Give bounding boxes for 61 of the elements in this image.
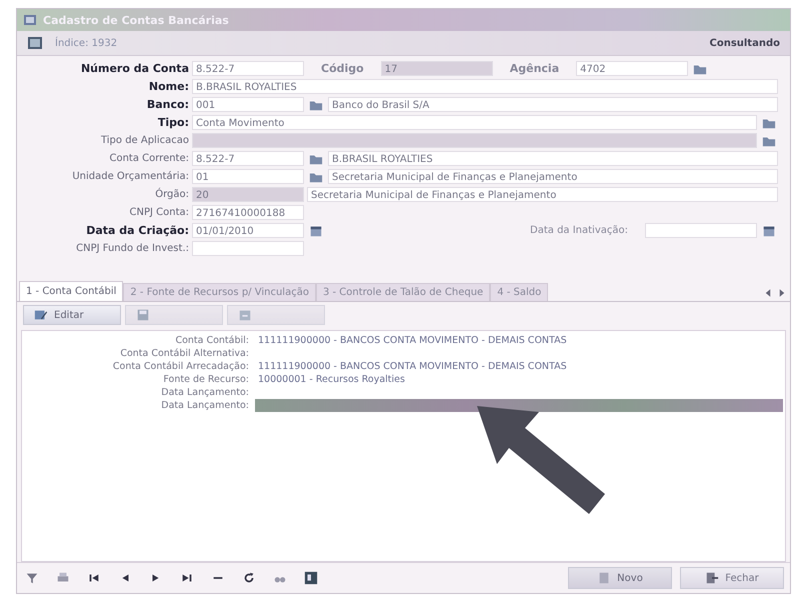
- calendar-icon: [309, 224, 323, 238]
- input-field[interactable]: 20: [192, 187, 304, 202]
- new-icon: [597, 571, 612, 585]
- field-label: Conta Contábil Alternativa:: [119, 348, 250, 359]
- field-label: Número da Conta: [80, 62, 190, 75]
- record-icon: [27, 36, 43, 50]
- field-value: 111111900000 - BANCOS CONTA MOVIMENTO - DEMAIS CONTAS: [257, 360, 568, 372]
- index-label: Índice: 1932: [55, 38, 118, 48]
- input-field[interactable]: 8.522-7: [192, 151, 304, 166]
- field-label: Data da Criação:: [85, 224, 190, 237]
- input-field[interactable]: 01/01/2010: [192, 223, 304, 238]
- input-field[interactable]: 001: [192, 97, 304, 112]
- input-field[interactable]: [192, 133, 757, 148]
- input-field[interactable]: 4702: [576, 61, 688, 76]
- input-field[interactable]: B.BRASIL ROYALTIES: [192, 79, 778, 94]
- mode-label: Consultando: [709, 38, 780, 48]
- tab[interactable]: 1 - Conta Contábil: [19, 281, 124, 301]
- field-label: Unidade Orçamentária:: [71, 171, 190, 182]
- field-label: Tipo:: [156, 116, 190, 129]
- edit-icon: [34, 308, 48, 322]
- field-label: Conta Corrente:: [108, 153, 190, 164]
- input-field[interactable]: 17: [380, 61, 493, 76]
- field-label: Conta Contábil Arrecadação:: [112, 361, 250, 372]
- input-field[interactable]: [645, 223, 757, 238]
- exit-icon: [705, 571, 720, 585]
- calendar-icon: [762, 224, 776, 238]
- tab[interactable]: 4 - Saldo: [490, 283, 548, 301]
- field-label: Nome:: [148, 80, 190, 93]
- input-field[interactable]: 01: [192, 169, 304, 184]
- filter-icon: [25, 571, 39, 585]
- input-field[interactable]: B.BRASIL ROYALTIES: [328, 151, 778, 166]
- field-label: Data Lançamento:: [160, 400, 250, 411]
- window-icon: [304, 571, 318, 585]
- field-value: 10000001 - Recursos Royalties: [257, 374, 406, 386]
- tab[interactable]: 2 - Fonte de Recursos p/ Vinculação: [123, 283, 316, 301]
- input-field[interactable]: Conta Movimento: [192, 115, 757, 130]
- app-icon: [23, 13, 37, 27]
- field-label: Banco:: [146, 98, 190, 111]
- edit-button[interactable]: Editar: [23, 305, 121, 325]
- field-label: Agência: [508, 62, 560, 75]
- field-label: CNPJ Fundo de Invest.:: [75, 243, 190, 254]
- input-field[interactable]: Secretaria Municipal de Finanças e Planejamento: [307, 187, 778, 202]
- input-field[interactable]: [192, 241, 304, 256]
- field-label: Fonte de Recurso:: [162, 374, 250, 385]
- tab[interactable]: 3 - Controle de Talão de Cheque: [316, 283, 490, 301]
- field-value: 111111900000 - BANCOS CONTA MOVIMENTO - DEMAIS CONTAS: [257, 334, 568, 346]
- input-field[interactable]: 27167410000188: [192, 205, 304, 220]
- close-button[interactable]: Fechar: [680, 567, 784, 589]
- field-label: Órgão:: [154, 189, 190, 200]
- field-label: Código: [320, 62, 365, 75]
- field-label: Conta Contábil:: [174, 335, 250, 346]
- field-label: Data Lançamento:: [160, 387, 250, 398]
- input-field[interactable]: Secretaria Municipal de Finanças e Planejamento: [328, 169, 778, 184]
- input-field[interactable]: Banco do Brasil S/A: [328, 97, 778, 112]
- navigator-button[interactable]: [302, 569, 320, 587]
- field-label: CNPJ Conta:: [128, 207, 190, 218]
- field-label: Tipo de Aplicacao: [100, 135, 190, 146]
- field-label: Data da Inativação:: [529, 225, 629, 236]
- refresh-icon: [242, 571, 256, 585]
- undo-icon: [238, 308, 252, 322]
- input-field[interactable]: 8.522-7: [192, 61, 304, 76]
